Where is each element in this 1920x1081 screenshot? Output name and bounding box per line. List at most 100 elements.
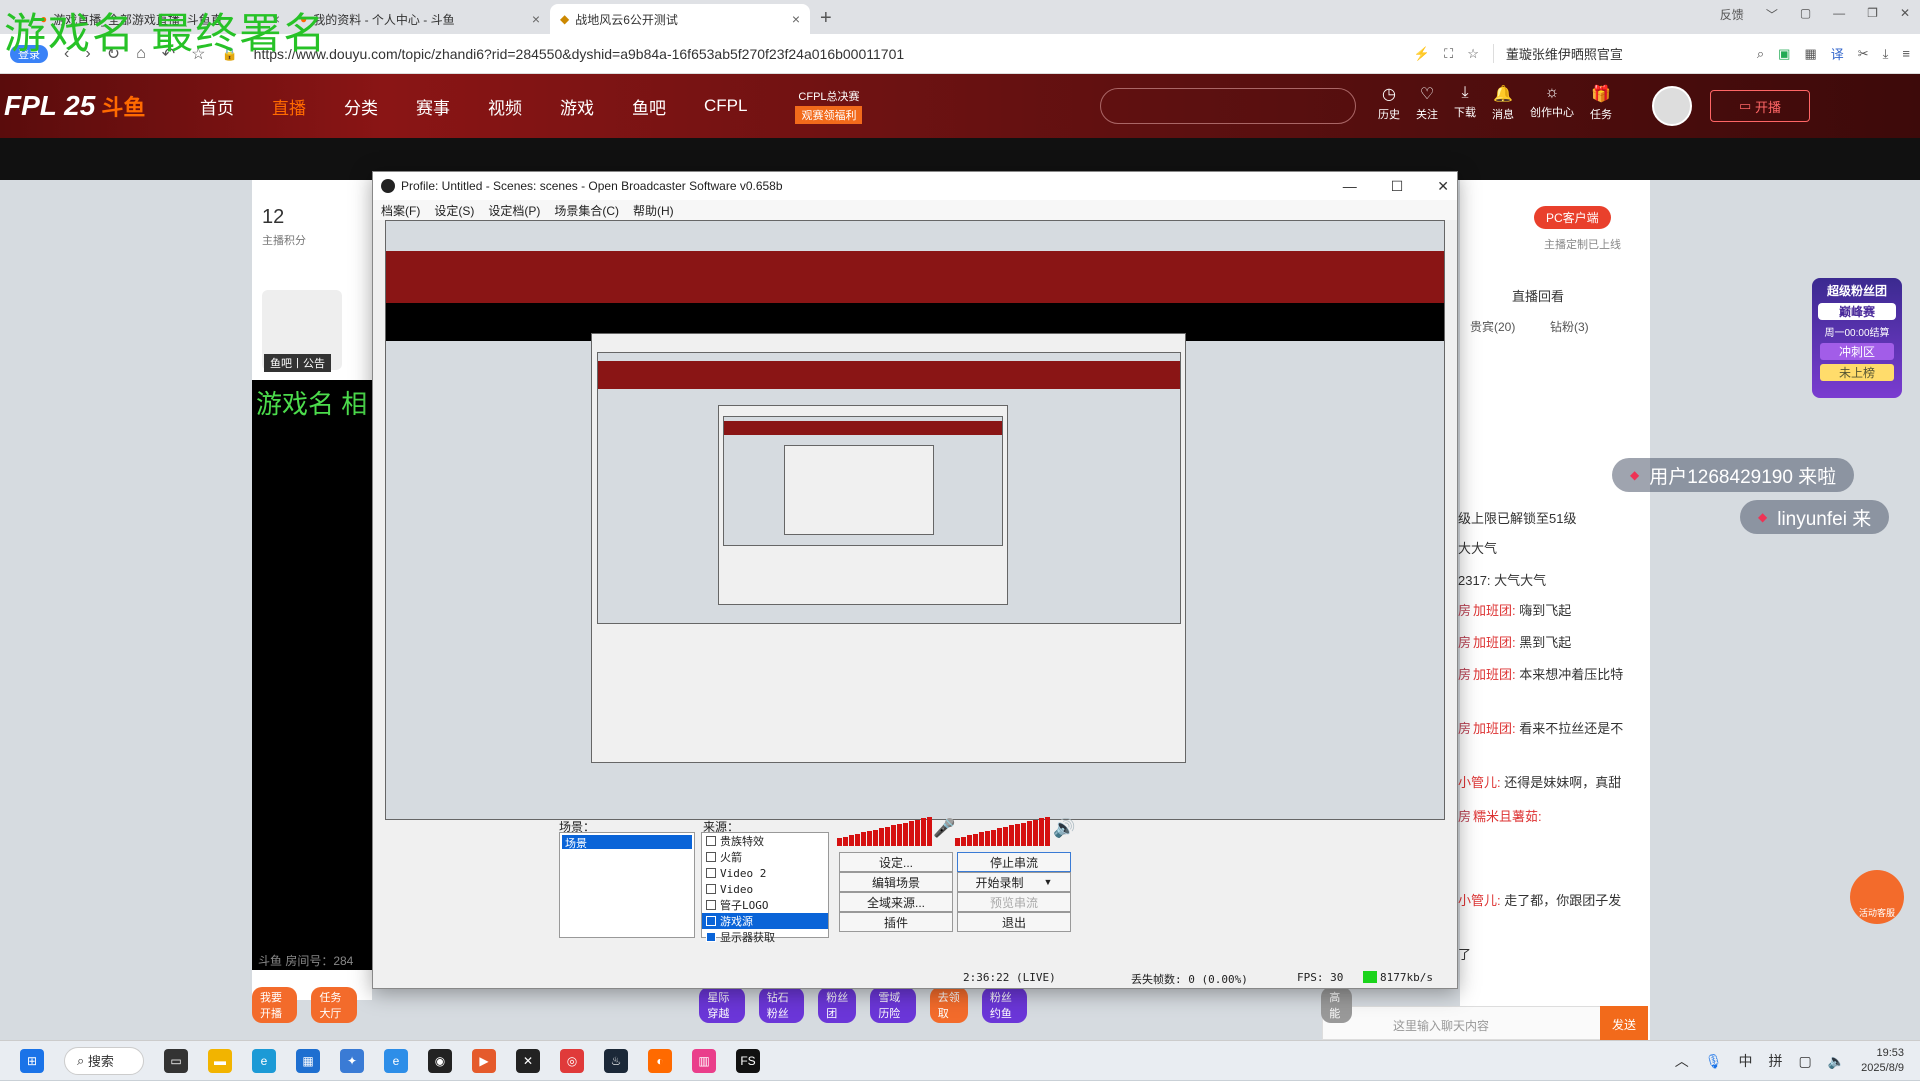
chat-user[interactable]: 小管儿: <box>1458 893 1501 908</box>
chat-user[interactable]: 小管儿: <box>1458 775 1501 790</box>
dropdown-arrow-icon[interactable]: ▼ <box>1044 877 1053 887</box>
source-checkbox[interactable] <box>706 932 716 942</box>
download-button[interactable]: ⤓ 下载 <box>1454 84 1476 122</box>
nav-events[interactable]: 赛事 <box>416 94 450 119</box>
task-button[interactable]: 🎁 任务 <box>1590 84 1612 122</box>
source-checkbox[interactable] <box>706 836 716 846</box>
menu-file[interactable]: 档案(F) <box>381 202 420 219</box>
obs-app-icon[interactable]: ◉ <box>428 1048 452 1073</box>
avatar[interactable] <box>1652 86 1692 126</box>
taskbar-search[interactable]: ⌕ 搜索 <box>64 1046 144 1075</box>
ime-mode[interactable]: 拼 <box>1769 1051 1783 1071</box>
high-energy-button[interactable]: 高能 <box>1321 987 1352 1023</box>
gift-fan-date[interactable]: 粉丝约鱼 <box>981 987 1028 1023</box>
network-icon[interactable]: ▢ <box>1799 1053 1812 1070</box>
minimize-icon[interactable]: — <box>1343 178 1357 195</box>
video-player[interactable]: 游戏名 相 <box>252 380 372 970</box>
chat-user[interactable]: 糯米且薯茹: <box>1473 809 1542 824</box>
chat-user[interactable]: 加班团: <box>1473 721 1516 736</box>
source-checkbox[interactable] <box>706 852 716 862</box>
store-icon[interactable]: ▦ <box>296 1048 320 1073</box>
source-item[interactable]: 显示器获取 <box>702 929 828 945</box>
nav-cfpl[interactable]: CFPL <box>704 96 747 116</box>
message-button[interactable]: 🔔 消息 <box>1492 84 1514 122</box>
nav-fishbar[interactable]: 鱼吧 <box>632 94 666 119</box>
browser-tab-active[interactable]: ◆ 战地风云6公开测试 × <box>550 4 810 34</box>
pc-client-button[interactable]: PC客户端 <box>1534 206 1611 229</box>
chevron-down-icon[interactable]: ﹀ <box>1766 6 1778 23</box>
chat-user[interactable]: 加班团: <box>1473 667 1516 682</box>
stop-stream-button[interactable]: 停止串流 <box>957 852 1071 872</box>
menu-settings[interactable]: 设定(S) <box>434 202 474 219</box>
site-search-input[interactable] <box>1100 88 1356 124</box>
chevron-up-icon[interactable]: ︿ <box>1675 1051 1689 1071</box>
source-item[interactable]: 火箭 <box>702 849 828 865</box>
source-checkbox[interactable] <box>706 916 716 926</box>
send-button[interactable]: 发送 <box>1600 1006 1648 1040</box>
scenes-list[interactable]: 场景 <box>559 832 695 938</box>
task-hall-button[interactable]: 任务大厅 <box>311 987 357 1023</box>
cfpl-final-banner[interactable]: CFPL总决赛 观赛领福利 <box>795 88 863 124</box>
customer-service-button[interactable]: 活动客服 <box>1850 870 1904 924</box>
folder-icon[interactable]: ▬ <box>208 1048 232 1073</box>
sources-list[interactable]: 贵族特效 火箭 Video 2 Video 管子LOGO 游戏源 显示器获取 <box>701 832 829 944</box>
scene-item[interactable]: 场景 <box>562 835 692 850</box>
minimize-icon[interactable]: — <box>1833 6 1845 23</box>
site-logo[interactable]: FPL 25 斗鱼 <box>0 74 200 138</box>
tab-diamond-fans[interactable]: 钻粉(3) <box>1550 318 1589 335</box>
nav-video[interactable]: 视频 <box>488 94 522 119</box>
scissors-icon[interactable]: ✂ <box>1858 46 1869 62</box>
chat-user[interactable]: 加班团: <box>1473 603 1516 618</box>
gift-starship[interactable]: 星际穿越 <box>699 987 745 1023</box>
download-icon[interactable]: ⤓ <box>1883 46 1889 62</box>
nav-category[interactable]: 分类 <box>344 94 378 119</box>
search-input[interactable]: 董璇张维伊晒照官宣 <box>1492 44 1743 63</box>
follow-button[interactable]: ♡ 关注 <box>1416 84 1438 122</box>
gift-claim[interactable]: 去领取 <box>929 987 968 1023</box>
capcut-icon[interactable]: ✕ <box>516 1048 540 1073</box>
lightning-icon[interactable]: ⚡ <box>1414 46 1430 62</box>
notification-icon[interactable]: ▢ <box>1800 6 1811 23</box>
fs-app-icon[interactable]: FS <box>736 1048 760 1073</box>
gift-diamond-fans[interactable]: 钻石粉丝 <box>758 987 805 1023</box>
source-item[interactable]: Video 2 <box>702 865 828 881</box>
clock[interactable]: 19:53 2025/8/9 <box>1861 1046 1904 1076</box>
source-checkbox[interactable] <box>706 900 716 910</box>
task-view-icon[interactable]: ▭ <box>164 1048 188 1073</box>
global-sources-button[interactable]: 全域来源... <box>839 892 953 912</box>
extension-icon[interactable]: ▣ <box>1778 46 1790 62</box>
windows-start-icon[interactable]: ⊞ <box>20 1048 44 1073</box>
app-icon[interactable]: ✦ <box>340 1048 364 1073</box>
speaker-icon[interactable]: 🔊 <box>1053 818 1075 839</box>
maximize-icon[interactable]: ❐ <box>1867 6 1878 23</box>
source-item[interactable]: Video <box>702 881 828 897</box>
volume-icon[interactable]: 🔈 <box>1828 1053 1845 1070</box>
maximize-icon[interactable]: ☐ <box>1391 178 1404 195</box>
ie-icon[interactable]: e <box>384 1048 408 1073</box>
close-icon[interactable]: ✕ <box>1437 178 1449 195</box>
translate-icon[interactable]: 译 <box>1831 44 1844 63</box>
history-button[interactable]: ◷ 历史 <box>1378 84 1400 122</box>
star-icon[interactable]: ☆ <box>1467 46 1479 62</box>
new-tab-button[interactable]: + <box>810 7 842 34</box>
menu-help[interactable]: 帮助(H) <box>633 202 674 219</box>
search-icon[interactable]: ⌕ <box>1757 46 1764 62</box>
source-item[interactable]: 管子LOGO <box>702 897 828 913</box>
close-icon[interactable]: × <box>532 11 540 27</box>
browser-tab[interactable]: ● 我的资料 - 个人中心 - 斗鱼 × <box>290 4 550 34</box>
nav-games[interactable]: 游戏 <box>560 94 594 119</box>
app-icon[interactable]: ◎ <box>560 1048 584 1073</box>
feedback-button[interactable]: 反馈 <box>1720 6 1744 23</box>
chat-user[interactable]: 加班团: <box>1473 635 1516 650</box>
screenshot-icon[interactable]: ⛶ <box>1444 46 1453 62</box>
creator-button[interactable]: ☼ 创作中心 <box>1530 84 1574 122</box>
app-icon[interactable]: ▥ <box>692 1048 716 1073</box>
mic-icon[interactable]: 🎙 <box>1705 1053 1723 1070</box>
source-checkbox[interactable] <box>706 868 716 878</box>
ime-lang[interactable]: 中 <box>1739 1051 1753 1071</box>
menu-icon[interactable]: ≡ <box>1902 46 1910 61</box>
start-record-button[interactable]: 开始录制 ▼ <box>957 872 1071 892</box>
close-icon[interactable]: ✕ <box>1900 6 1910 23</box>
settings-button[interactable]: 设定... <box>839 852 953 872</box>
tab-vip[interactable]: 贵宾(20) <box>1470 318 1515 335</box>
